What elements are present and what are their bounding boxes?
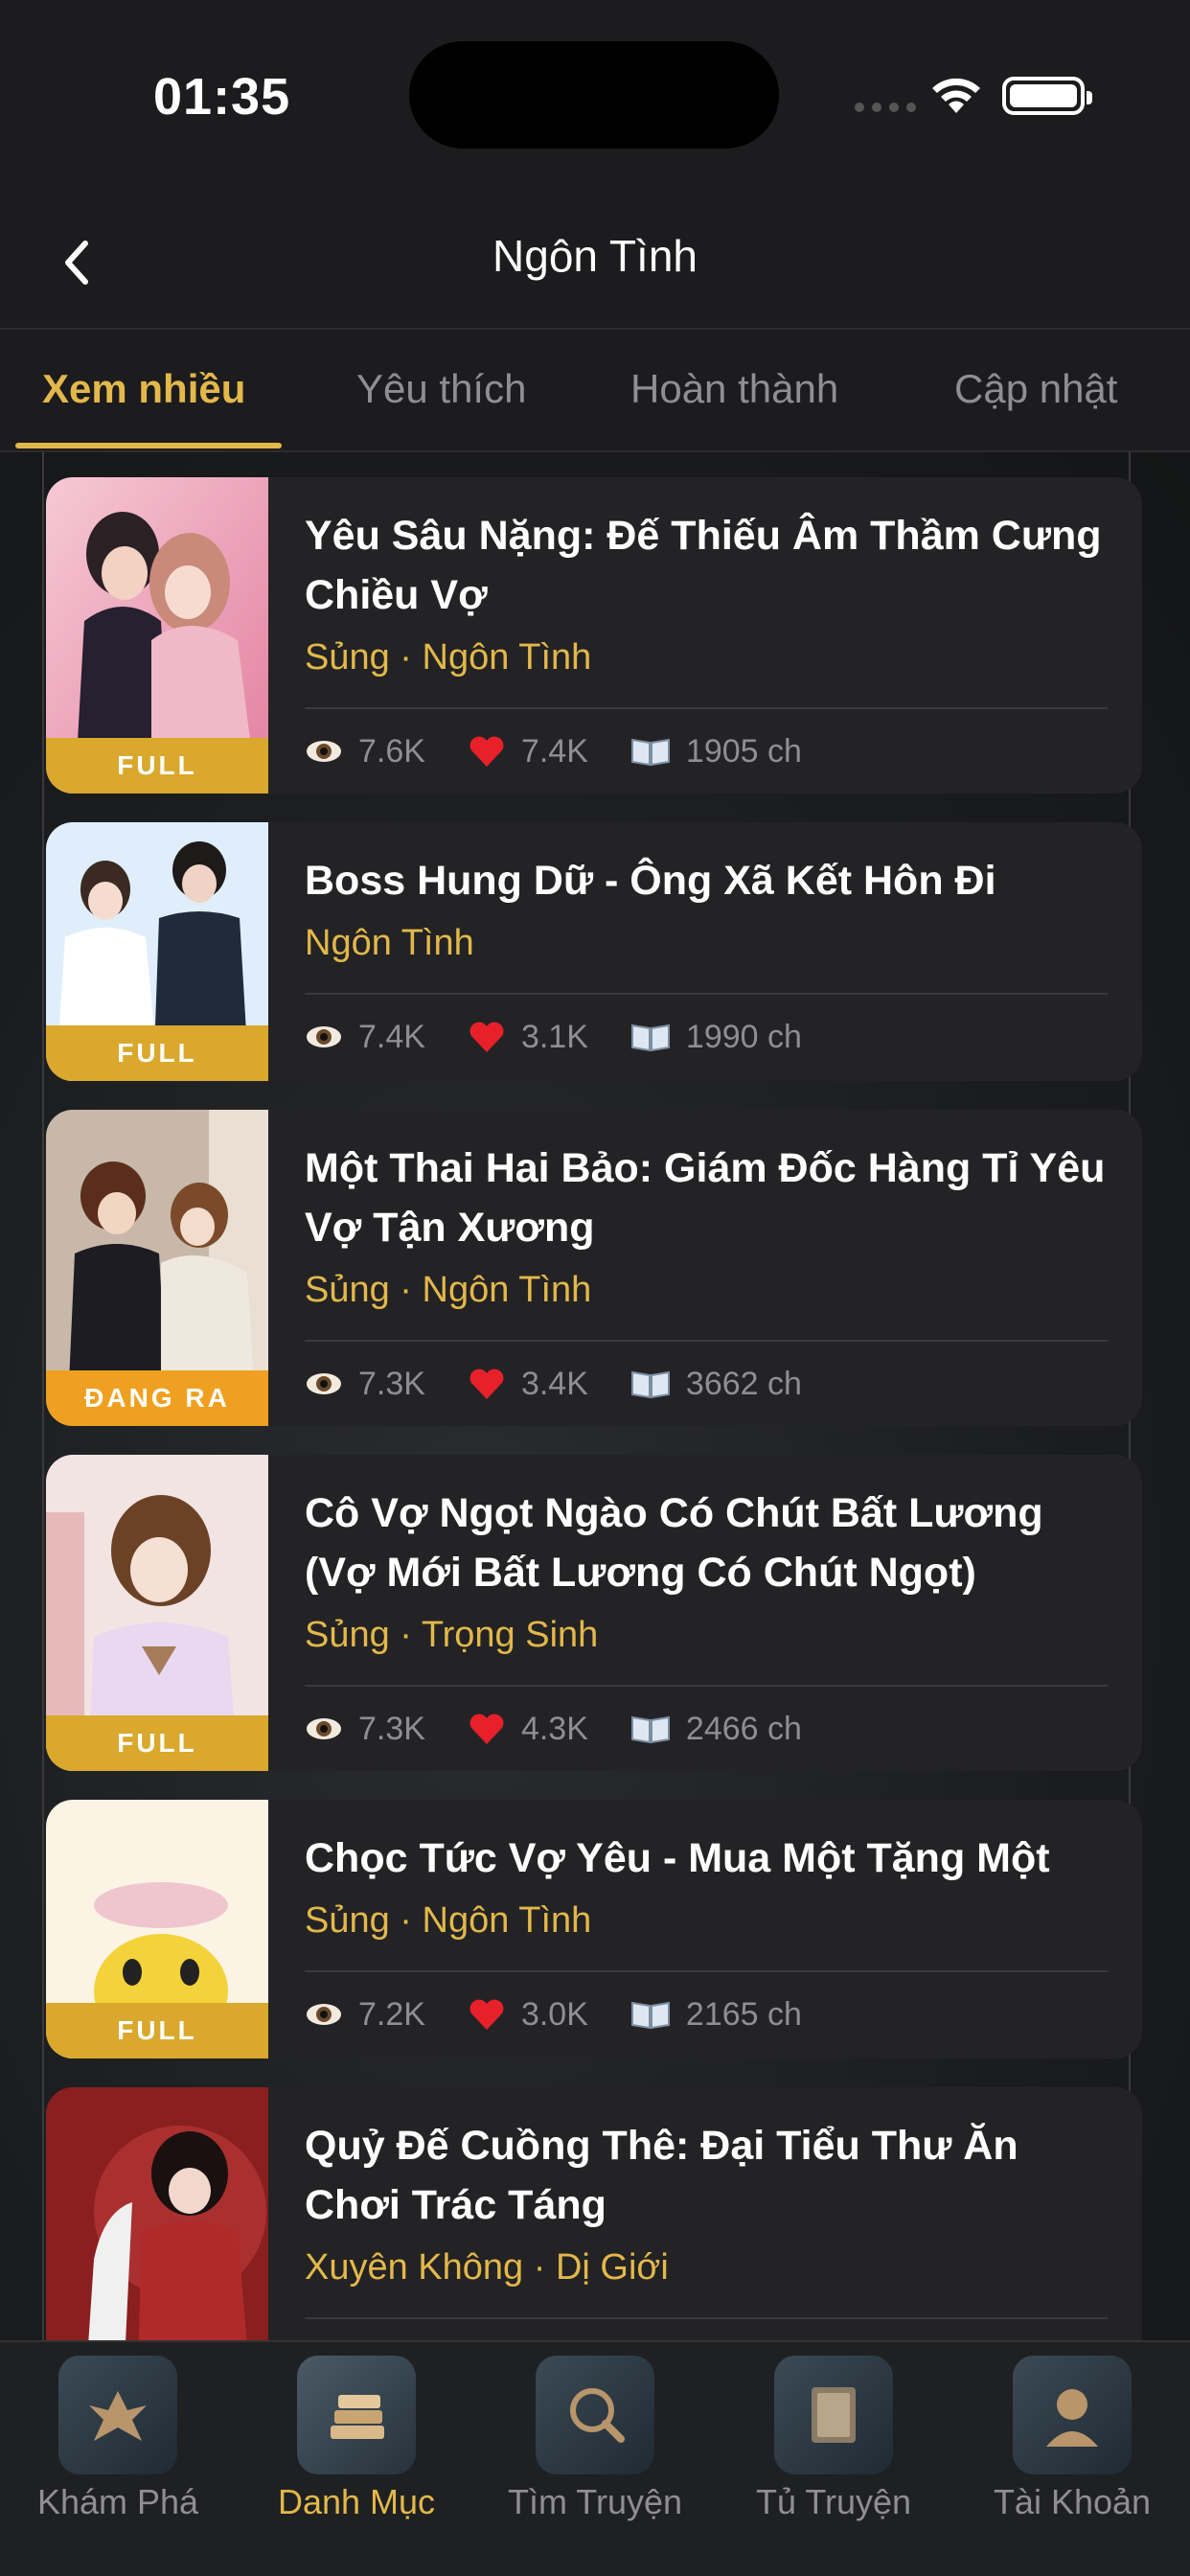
like-count: 3.1K (520, 1018, 588, 1055)
tab-danh-muc[interactable]: Danh Mục (241, 2356, 471, 2522)
story-cover: FULL (46, 822, 268, 1081)
view-count: 7.2K (358, 1995, 425, 2033)
story-card[interactable]: ĐANG RA Một Thai Hai Bảo: Giám Đốc Hàng … (46, 1110, 1142, 1426)
tab-cap-nhat[interactable]: Cập nhật (954, 366, 1117, 412)
story-card[interactable]: FULL Cô Vợ Ngọt Ngào Có Chút Bất Lương (… (46, 1455, 1142, 1771)
story-card[interactable]: Quỷ Đế Cuồng Thê: Đại Tiểu Thư Ăn Chơi T… (46, 2087, 1142, 2340)
view-count: 7.3K (358, 1365, 425, 1402)
story-cover: FULL (46, 477, 268, 794)
eye-icon (305, 2000, 343, 2029)
status-time: 01:35 (153, 68, 291, 126)
tab-tai-khoan[interactable]: Tài Khoản (957, 2356, 1187, 2522)
story-cover: FULL (46, 1800, 268, 2058)
tab-label: Danh Mục (277, 2482, 436, 2521)
story-title: Boss Hung Dữ - Ông Xã Kết Hôn Đi (305, 858, 996, 904)
story-card[interactable]: FULL Boss Hung Dữ - Ông Xã Kết Hôn Đi Ng… (46, 822, 1142, 1081)
divider (305, 993, 1108, 995)
chapter-count: 3662 ch (685, 1365, 802, 1402)
status-badge: FULL (46, 738, 268, 794)
view-count: 7.3K (358, 1710, 425, 1747)
like-count: 3.0K (520, 1995, 588, 2033)
story-cover (46, 2087, 268, 2340)
heart-icon (468, 734, 506, 769)
heart-icon (468, 1020, 506, 1054)
battery-icon (1002, 77, 1092, 115)
story-card[interactable]: FULL Yêu Sâu Nặng: Đế Thiếu Âm Thầm Cưng… (46, 477, 1142, 794)
tab-tim-truyen[interactable]: Tìm Truyện (480, 2356, 710, 2522)
books-stack-icon (297, 2356, 416, 2474)
status-badge: FULL (46, 2003, 268, 2058)
explore-phoenix-icon (58, 2356, 177, 2474)
tab-label: Tìm Truyện (507, 2482, 683, 2521)
bookshelf-icon (774, 2356, 893, 2474)
story-title: Yêu Sâu Nặng: Đế Thiếu Âm Thầm Cưng Chiề… (305, 513, 1102, 618)
story-title: Cô Vợ Ngọt Ngào Có Chút Bất Lương (Vợ Mớ… (305, 1490, 1043, 1596)
eye-icon (305, 1369, 343, 1398)
chapter-count: 1990 ch (685, 1018, 802, 1055)
wifi-icon (929, 75, 983, 120)
eye-icon (305, 737, 343, 766)
tab-kham-pha[interactable]: Khám Phá (3, 2356, 233, 2522)
dynamic-island (409, 41, 779, 149)
view-count: 7.4K (358, 1018, 425, 1055)
story-cover: ĐANG RA (46, 1110, 268, 1426)
story-genre: Xuyên Không · Dị Giới (305, 2247, 669, 2288)
eye-icon (305, 1023, 343, 1051)
account-avatar-icon (1013, 2356, 1132, 2474)
divider (305, 1970, 1108, 1972)
cellular-signal-icon (855, 103, 916, 112)
chapter-count: 2466 ch (685, 1710, 802, 1747)
sort-tabs: Xem nhiều Yêu thích Hoàn thành Cập nhật (0, 330, 1190, 452)
navigation-bar: Ngôn Tình (0, 192, 1190, 330)
tab-label: Tài Khoản (993, 2482, 1152, 2521)
story-genre: Sủng · Ngôn Tình (305, 637, 592, 678)
story-list[interactable]: FULL Yêu Sâu Nặng: Đế Thiếu Âm Thầm Cưng… (0, 452, 1190, 2340)
open-book-icon (630, 1368, 671, 1399)
story-title: Quỷ Đế Cuồng Thê: Đại Tiểu Thư Ăn Chơi T… (305, 2123, 1018, 2228)
tab-hoan-thanh[interactable]: Hoàn thành (630, 366, 838, 412)
chapter-count: 1905 ch (685, 732, 802, 770)
story-card[interactable]: FULL Chọc Tức Vợ Yêu - Mua Một Tặng Một … (46, 1800, 1142, 2058)
tab-xem-nhieu[interactable]: Xem nhiều (42, 366, 245, 412)
story-genre: Sủng · Ngôn Tình (305, 1270, 592, 1310)
story-cover: FULL (46, 1455, 268, 1771)
chapter-count: 2165 ch (685, 1995, 802, 2033)
page-title: Ngôn Tình (492, 231, 698, 281)
divider (305, 1685, 1108, 1687)
heart-icon (468, 1367, 506, 1401)
cover-image (46, 2087, 268, 2340)
open-book-icon (630, 736, 671, 767)
tab-label: Tủ Truyện (755, 2482, 912, 2521)
divider (305, 2317, 1108, 2319)
active-tab-indicator (15, 443, 282, 448)
bottom-tab-bar: Khám Phá Danh Mục Tìm Truyện Tủ Truyện T… (0, 2340, 1190, 2576)
eye-icon (305, 1714, 343, 1743)
status-bar: 01:35 (0, 0, 1190, 192)
open-book-icon (630, 1999, 671, 2030)
status-badge: ĐANG RA (46, 1370, 268, 1426)
story-genre: Sủng · Ngôn Tình (305, 1900, 592, 1941)
divider (305, 707, 1108, 709)
tab-label: Khám Phá (36, 2482, 199, 2521)
tab-tu-truyen[interactable]: Tủ Truyện (719, 2356, 949, 2522)
story-title: Một Thai Hai Bảo: Giám Đốc Hàng Tỉ Yêu V… (305, 1145, 1106, 1251)
magnifier-book-icon (536, 2356, 654, 2474)
divider (305, 1340, 1108, 1342)
open-book-icon (630, 1022, 671, 1052)
like-count: 4.3K (520, 1710, 588, 1747)
status-badge: FULL (46, 1025, 268, 1081)
status-badge: FULL (46, 1715, 268, 1771)
view-count: 7.6K (358, 732, 425, 770)
story-genre: Sủng · Trọng Sinh (305, 1615, 599, 1655)
like-count: 3.4K (520, 1365, 588, 1402)
heart-icon (468, 1997, 506, 2032)
open-book-icon (630, 1714, 671, 1744)
story-title: Chọc Tức Vợ Yêu - Mua Một Tặng Một (305, 1835, 1050, 1881)
tab-yeu-thich[interactable]: Yêu thích (356, 366, 526, 412)
like-count: 7.4K (520, 732, 588, 770)
story-genre: Ngôn Tình (305, 923, 474, 963)
heart-icon (468, 1712, 506, 1746)
